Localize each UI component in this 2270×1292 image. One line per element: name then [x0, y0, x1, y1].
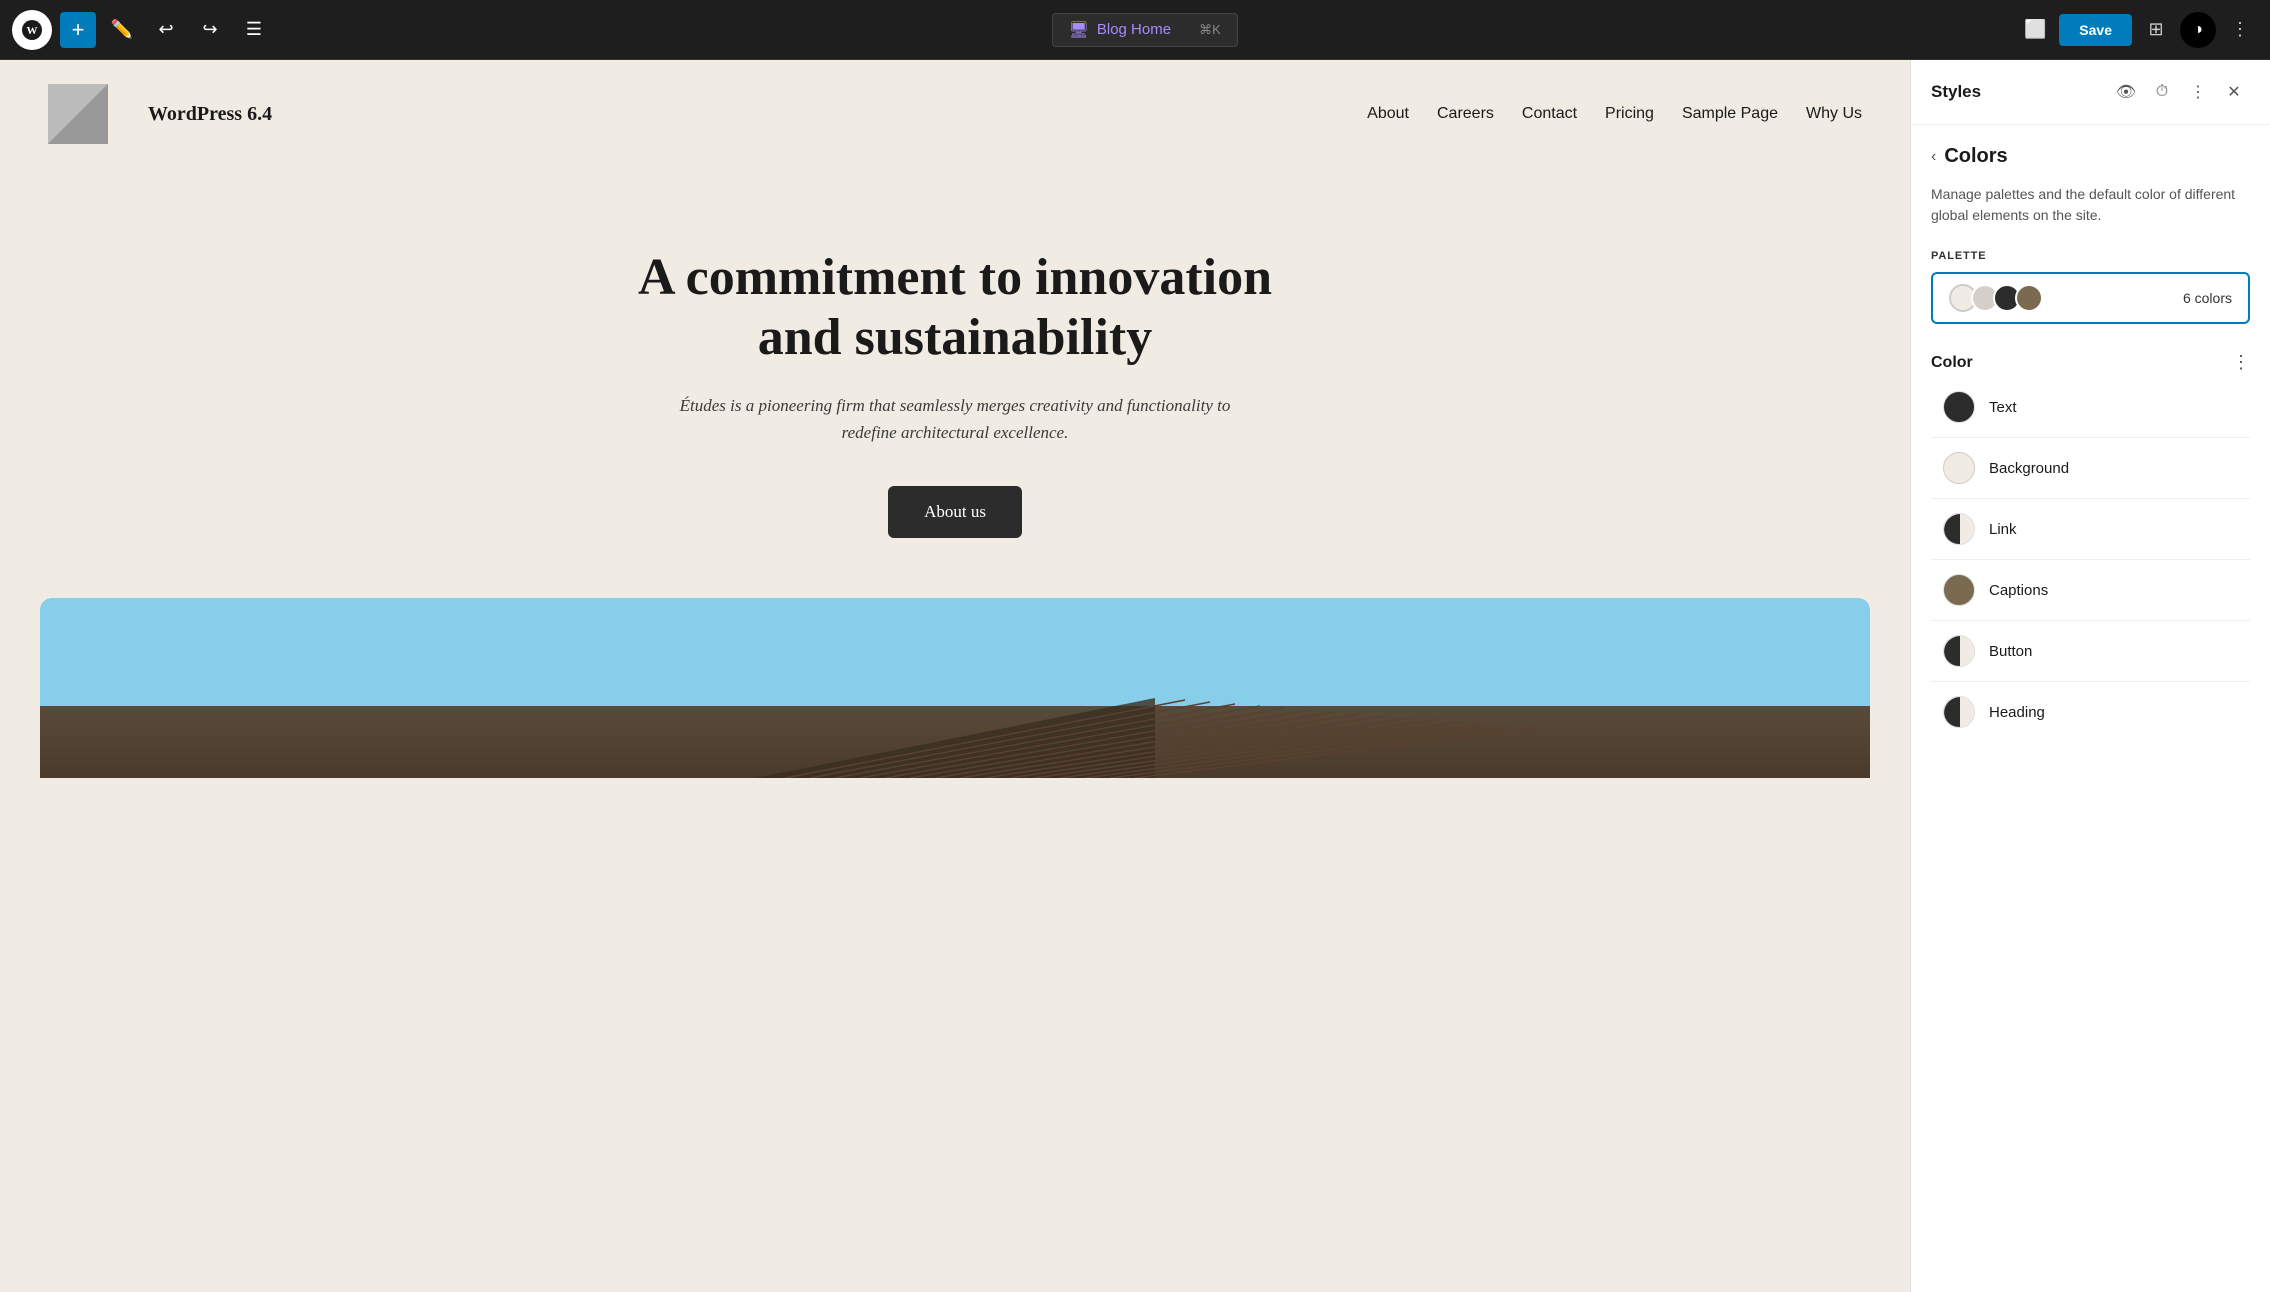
color-item-text[interactable]: Text — [1931, 381, 2250, 433]
svg-text:W: W — [27, 25, 38, 37]
color-item-background[interactable]: Background — [1931, 442, 2250, 494]
heading-color-label: Heading — [1989, 704, 2045, 721]
color-item-heading[interactable]: Heading — [1931, 686, 2250, 738]
nav-careers[interactable]: Careers — [1437, 105, 1494, 123]
redo-button[interactable]: ↪ — [192, 12, 228, 48]
button-color-label: Button — [1989, 643, 2032, 660]
hero-about-button[interactable]: About us — [888, 486, 1022, 538]
color-section-name: Color — [1931, 354, 1973, 372]
palette-selector[interactable]: 6 colors — [1931, 272, 2250, 324]
styles-panel: Styles 👁 ⏱ ⋮ ✕ ‹ Colors Manage palettes … — [1910, 60, 2270, 1292]
colors-section-title: Colors — [1944, 145, 2007, 168]
site-frame: WordPress 6.4 About Careers Contact Pric… — [0, 60, 1910, 1292]
list-view-button[interactable]: ☰ — [236, 12, 272, 48]
color-more-button[interactable]: ⋮ — [2232, 352, 2250, 373]
background-color-swatch — [1943, 452, 1975, 484]
link-color-label: Link — [1989, 521, 2017, 538]
blog-home-label: Blog Home — [1097, 21, 1171, 38]
save-button[interactable]: Save — [2059, 14, 2132, 46]
button-color-swatch — [1943, 635, 1975, 667]
site-nav: About Careers Contact Pricing Sample Pag… — [1367, 105, 1862, 123]
palette-count: 6 colors — [2183, 290, 2232, 306]
palette-swatches — [1949, 284, 2043, 312]
nav-why-us[interactable]: Why Us — [1806, 105, 1862, 123]
back-button[interactable]: ‹ Colors — [1931, 145, 2250, 168]
panel-description: Manage palettes and the default color of… — [1931, 184, 2250, 226]
panel-header-icons: 👁 ⏱ ⋮ ✕ — [2110, 76, 2250, 108]
desktop-view-button[interactable]: ⬜ — [2017, 12, 2053, 48]
more-menu-icon[interactable]: ⋮ — [2182, 76, 2214, 108]
main: WordPress 6.4 About Careers Contact Pric… — [0, 60, 2270, 1292]
close-icon[interactable]: ✕ — [2218, 76, 2250, 108]
undo-button[interactable]: ↩ — [148, 12, 184, 48]
color-list: Text Background L — [1931, 381, 2250, 738]
toolbar-center: 🖥 Blog Home ⌘K — [280, 13, 2009, 47]
background-color-label: Background — [1989, 460, 2069, 477]
panel-title: Styles — [1931, 82, 2098, 102]
color-item-captions[interactable]: Captions — [1931, 564, 2250, 616]
nav-about[interactable]: About — [1367, 105, 1409, 123]
shortcut-label: ⌘K — [1199, 22, 1221, 38]
hero-paragraph: Études is a pioneering firm that seamles… — [665, 392, 1245, 446]
captions-color-swatch — [1943, 574, 1975, 606]
hero-heading: A commitment to innovation and sustainab… — [605, 248, 1305, 368]
eye-icon[interactable]: 👁 — [2110, 76, 2142, 108]
color-section-header: Color ⋮ — [1931, 352, 2250, 373]
nav-sample-page[interactable]: Sample Page — [1682, 105, 1778, 123]
site-header: WordPress 6.4 About Careers Contact Pric… — [0, 60, 1910, 168]
wp-logo[interactable]: W — [12, 10, 52, 50]
nav-pricing[interactable]: Pricing — [1605, 105, 1654, 123]
swatch-4 — [2015, 284, 2043, 312]
add-block-button[interactable]: + — [60, 12, 96, 48]
color-item-link[interactable]: Link — [1931, 503, 2250, 555]
heading-color-swatch — [1943, 696, 1975, 728]
captions-color-label: Captions — [1989, 582, 2048, 599]
pencil-icon[interactable]: ✏️ — [104, 12, 140, 48]
color-item-button[interactable]: Button — [1931, 625, 2250, 677]
hero-section: A commitment to innovation and sustainab… — [0, 168, 1910, 598]
nav-contact[interactable]: Contact — [1522, 105, 1577, 123]
back-arrow-icon: ‹ — [1931, 148, 1936, 166]
panel-body: ‹ Colors Manage palettes and the default… — [1911, 125, 2270, 1292]
more-options-button[interactable]: ⋮ — [2222, 12, 2258, 48]
canvas: WordPress 6.4 About Careers Contact Pric… — [0, 60, 1910, 1292]
panel-header: Styles 👁 ⏱ ⋮ ✕ — [1911, 60, 2270, 125]
site-name: WordPress 6.4 — [148, 103, 272, 126]
toolbar-right: ⬜ Save ⊞ ◑ ⋮ — [2017, 12, 2258, 48]
blog-home-pill[interactable]: 🖥 Blog Home ⌘K — [1052, 13, 1238, 47]
page-icon: 🖥 — [1069, 20, 1089, 40]
palette-label: PALETTE — [1931, 250, 2250, 262]
link-color-swatch — [1943, 513, 1975, 545]
history-icon[interactable]: ⏱ — [2146, 76, 2178, 108]
layout-button[interactable]: ⊞ — [2138, 12, 2174, 48]
text-color-swatch — [1943, 391, 1975, 423]
building-image — [40, 598, 1870, 778]
text-color-label: Text — [1989, 399, 2017, 416]
toolbar: W + ✏️ ↩ ↪ ☰ 🖥 Blog Home ⌘K ⬜ Save ⊞ ◑ ⋮ — [0, 0, 2270, 60]
site-logo — [48, 84, 108, 144]
dark-mode-button[interactable]: ◑ — [2180, 12, 2216, 48]
